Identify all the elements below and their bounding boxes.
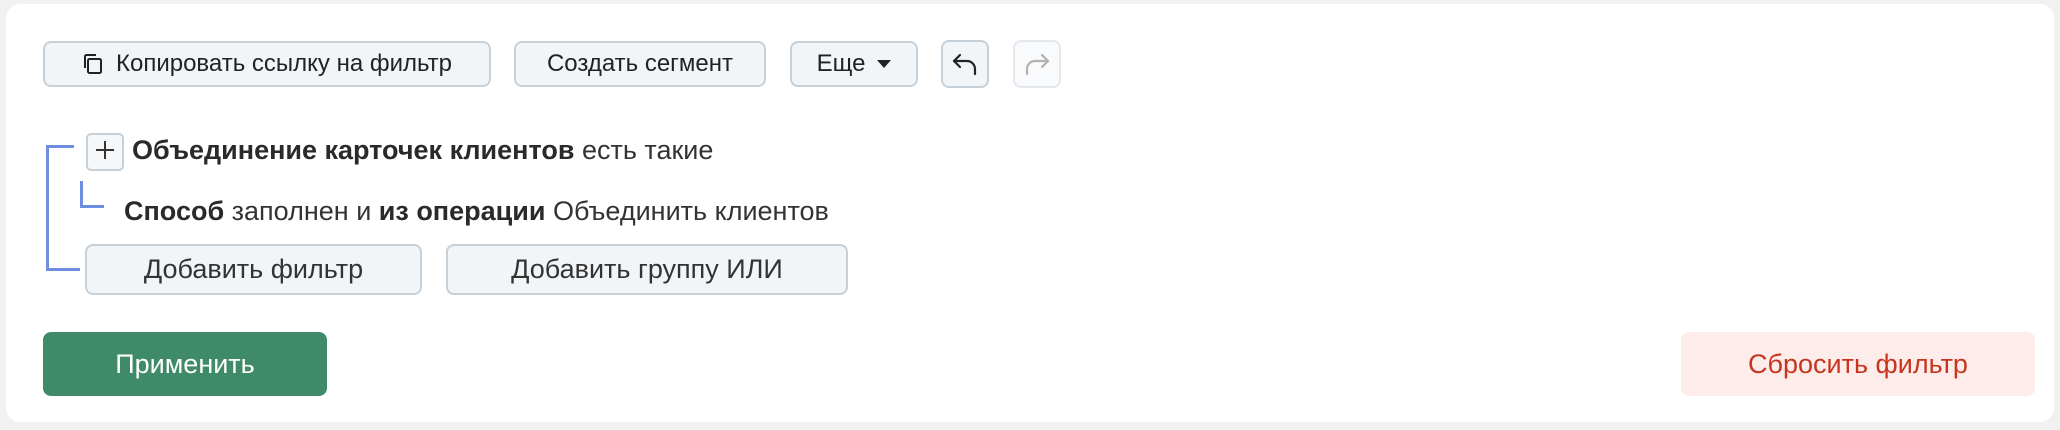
copy-filter-link-button[interactable]: Копировать ссылку на фильтр bbox=[43, 41, 491, 87]
reset-filter-button[interactable]: Сбросить фильтр bbox=[1681, 332, 2035, 396]
sub-condition-field[interactable]: Способ bbox=[124, 196, 224, 226]
sub-condition: Способ заполнен и из операции Объединить… bbox=[124, 196, 829, 227]
add-or-group-label: Добавить группу ИЛИ bbox=[511, 254, 783, 284]
group-bracket-top bbox=[46, 145, 74, 148]
group-bracket-bottom bbox=[46, 268, 80, 271]
add-filter-button[interactable]: Добавить фильтр bbox=[85, 244, 422, 295]
sub-condition-field2[interactable]: из операции bbox=[379, 196, 546, 226]
caret-down-icon bbox=[877, 59, 892, 69]
create-segment-button[interactable]: Создать сегмент bbox=[514, 41, 766, 87]
sub-bracket-horizontal bbox=[80, 205, 104, 208]
group-condition-field[interactable]: Объединение карточек клиентов bbox=[132, 135, 574, 165]
undo-icon bbox=[951, 51, 979, 77]
undo-button[interactable] bbox=[941, 40, 989, 88]
more-dropdown-button[interactable]: Еще bbox=[790, 41, 918, 87]
add-filter-label: Добавить фильтр bbox=[143, 254, 364, 284]
reset-filter-label: Сбросить фильтр bbox=[1748, 348, 1968, 379]
create-segment-label: Создать сегмент bbox=[546, 50, 734, 77]
filter-panel: Копировать ссылку на фильтр Создать сегм… bbox=[6, 4, 2054, 422]
redo-button[interactable] bbox=[1013, 40, 1061, 88]
apply-button[interactable]: Применить bbox=[43, 332, 327, 396]
group-condition-operator[interactable]: есть такие bbox=[582, 135, 713, 165]
copy-icon bbox=[82, 53, 104, 75]
plus-icon bbox=[94, 139, 116, 166]
group-bracket-vertical bbox=[46, 145, 49, 271]
copy-filter-link-label: Копировать ссылку на фильтр bbox=[116, 50, 452, 77]
sub-condition-value[interactable]: Объединить клиентов bbox=[553, 196, 829, 226]
more-label: Еще bbox=[816, 50, 866, 77]
expand-group-button[interactable] bbox=[86, 133, 124, 171]
sub-bracket-vertical bbox=[80, 181, 83, 208]
add-or-group-button[interactable]: Добавить группу ИЛИ bbox=[446, 244, 848, 295]
redo-icon bbox=[1023, 51, 1051, 77]
group-condition: Объединение карточек клиентов есть такие bbox=[132, 135, 713, 166]
apply-label: Применить bbox=[115, 348, 255, 379]
sub-condition-operator[interactable]: заполнен и bbox=[232, 196, 372, 226]
